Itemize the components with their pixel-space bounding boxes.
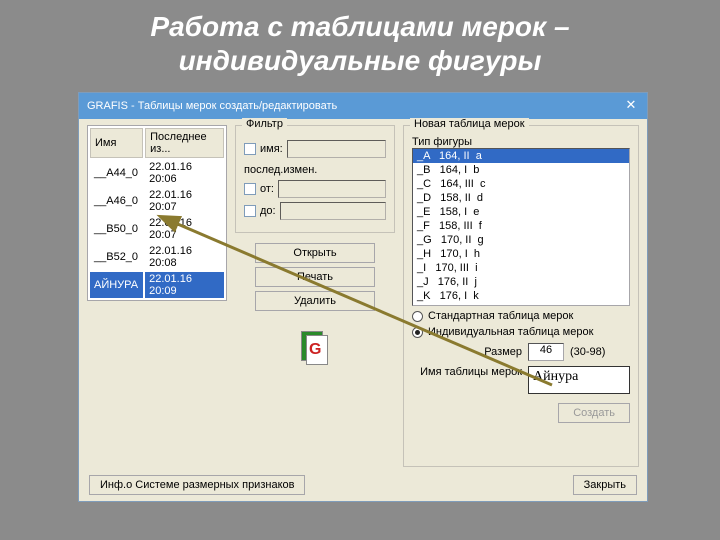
list-item[interactable]: _D 158, II d xyxy=(413,191,629,205)
list-item[interactable]: _I 170, III i xyxy=(413,261,629,275)
size-input[interactable]: 46 xyxy=(528,343,564,361)
close-icon[interactable]: ✕ xyxy=(623,98,639,114)
table-row[interactable]: АЙНУРА22.01.16 20:09 xyxy=(90,272,224,298)
slide-title: Работа с таблицами мерок – индивидуальны… xyxy=(0,0,720,81)
table-row[interactable]: __B52_022.01.16 20:08 xyxy=(90,244,224,270)
filter-group: Фильтр имя: послед.измен. от: до: xyxy=(235,125,395,233)
create-button[interactable]: Создать xyxy=(558,403,630,423)
delete-button[interactable]: Удалить xyxy=(255,291,375,311)
radio-standard[interactable] xyxy=(412,311,423,322)
filter-name-input[interactable] xyxy=(287,140,386,158)
list-item[interactable]: _B 164, I b xyxy=(413,163,629,177)
table-name-label: Имя таблицы мерок xyxy=(412,366,522,378)
col-modified[interactable]: Последнее из... xyxy=(145,128,224,158)
filter-group-title: Фильтр xyxy=(242,118,287,130)
filter-from-checkbox[interactable] xyxy=(244,183,256,195)
size-label: Размер xyxy=(412,346,522,358)
list-item[interactable]: _A 164, II a xyxy=(413,149,629,163)
list-item[interactable]: _J 176, II j xyxy=(413,275,629,289)
list-item[interactable]: _H 170, I h xyxy=(413,247,629,261)
radio-individual-label: Индивидуальная таблица мерок xyxy=(428,326,593,338)
info-button[interactable]: Инф.о Системе размерных признаков xyxy=(89,475,305,495)
list-item[interactable]: _G 170, II g xyxy=(413,233,629,247)
size-range: (30-98) xyxy=(570,346,605,358)
table-row[interactable]: __A46_022.01.16 20:07 xyxy=(90,188,224,214)
filter-from-input[interactable] xyxy=(278,180,386,198)
filter-name-label: имя: xyxy=(260,143,283,155)
table-name-input[interactable]: Айнура xyxy=(528,366,630,394)
list-item[interactable]: _K 176, I k xyxy=(413,289,629,303)
table-row[interactable]: __B50_022.01.16 20:07 xyxy=(90,216,224,242)
measurement-tables-list[interactable]: Имя Последнее из... __A44_022.01.16 20:0… xyxy=(87,125,227,301)
list-item[interactable]: _F 158, III f xyxy=(413,219,629,233)
filter-to-input[interactable] xyxy=(280,202,386,220)
table-row[interactable]: __A44_022.01.16 20:06 xyxy=(90,160,224,186)
filter-modified-label: послед.измен. xyxy=(244,164,386,176)
filter-to-label: до: xyxy=(260,205,276,217)
list-item[interactable]: _C 164, III c xyxy=(413,177,629,191)
figure-type-list[interactable]: _A 164, II a_B 164, I b_C 164, III c_D 1… xyxy=(412,148,630,306)
grafis-icon: G xyxy=(301,331,329,365)
new-table-group-title: Новая таблица мерок xyxy=(410,118,529,130)
radio-individual[interactable] xyxy=(412,327,423,338)
titlebar: GRAFIS - Таблицы мерок создать/редактиро… xyxy=(79,93,647,119)
radio-standard-label: Стандартная таблица мерок xyxy=(428,310,573,322)
list-item[interactable]: _E 158, I e xyxy=(413,205,629,219)
filter-to-checkbox[interactable] xyxy=(244,205,256,217)
print-button[interactable]: Печать xyxy=(255,267,375,287)
filter-name-checkbox[interactable] xyxy=(244,143,256,155)
filter-from-label: от: xyxy=(260,183,274,195)
close-button[interactable]: Закрыть xyxy=(573,475,637,495)
col-name[interactable]: Имя xyxy=(90,128,143,158)
list-item[interactable]: _R 152, II r xyxy=(413,303,629,306)
dialog-window: GRAFIS - Таблицы мерок создать/редактиро… xyxy=(78,92,648,502)
window-title: GRAFIS - Таблицы мерок создать/редактиро… xyxy=(87,100,337,112)
open-button[interactable]: Открыть xyxy=(255,243,375,263)
new-table-group: Новая таблица мерок Тип фигуры _A 164, I… xyxy=(403,125,639,467)
figure-type-label: Тип фигуры xyxy=(412,136,630,148)
